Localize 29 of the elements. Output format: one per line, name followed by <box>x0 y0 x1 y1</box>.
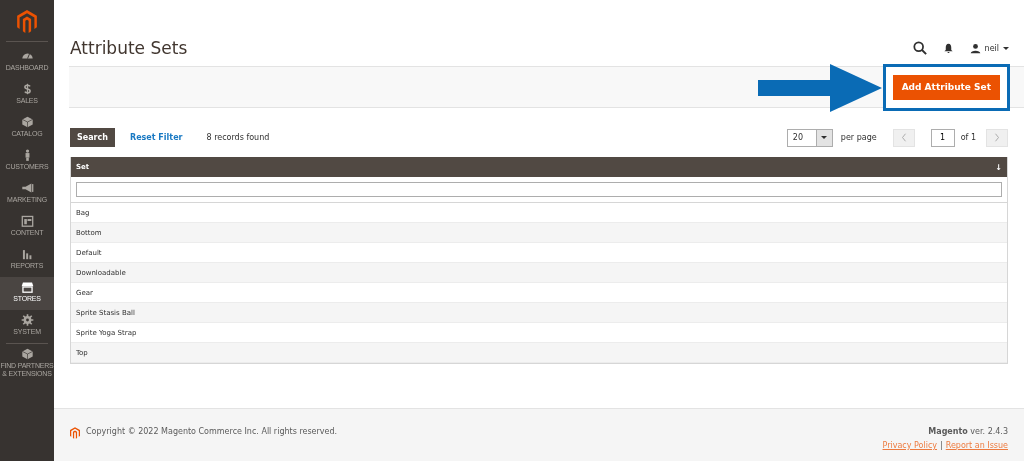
search-button[interactable]: Search <box>70 128 115 147</box>
filter-field[interactable] <box>76 182 1002 197</box>
user-menu[interactable]: neil <box>969 42 1009 54</box>
layout-icon <box>20 215 34 227</box>
box-icon <box>20 116 34 128</box>
page-total: of 1 <box>960 133 976 142</box>
add-attribute-set-button[interactable]: Add Attribute Set <box>892 74 1000 100</box>
box-icon <box>20 348 34 360</box>
gear-icon <box>20 314 34 326</box>
logo-icon[interactable] <box>17 10 37 33</box>
chevron-left-icon <box>900 133 907 142</box>
records-count: 8 records found <box>206 133 270 142</box>
per-page-select[interactable]: 20 <box>786 128 833 147</box>
bell-icon[interactable] <box>942 42 954 54</box>
chevron-right-icon <box>994 133 1000 142</box>
per-page-label: per page <box>840 133 877 142</box>
search-icon[interactable] <box>912 41 927 55</box>
page-number-field[interactable]: 1 <box>930 128 955 147</box>
page-title: Attribute Sets <box>70 38 188 58</box>
storefront-icon <box>20 281 34 293</box>
separator: | <box>940 441 943 450</box>
copyright-text: Copyright © 2022 Magento Commerce Inc. All rights reserved. <box>86 427 338 436</box>
person-icon <box>969 42 981 54</box>
logo-icon <box>70 427 80 439</box>
gauge-icon <box>20 50 34 62</box>
bar-chart-icon <box>20 248 34 260</box>
version-text: Magento ver. 2.4.3 <box>928 427 1008 436</box>
reset-filter-link[interactable]: Reset Filter <box>129 133 183 142</box>
megaphone-icon <box>20 182 34 194</box>
